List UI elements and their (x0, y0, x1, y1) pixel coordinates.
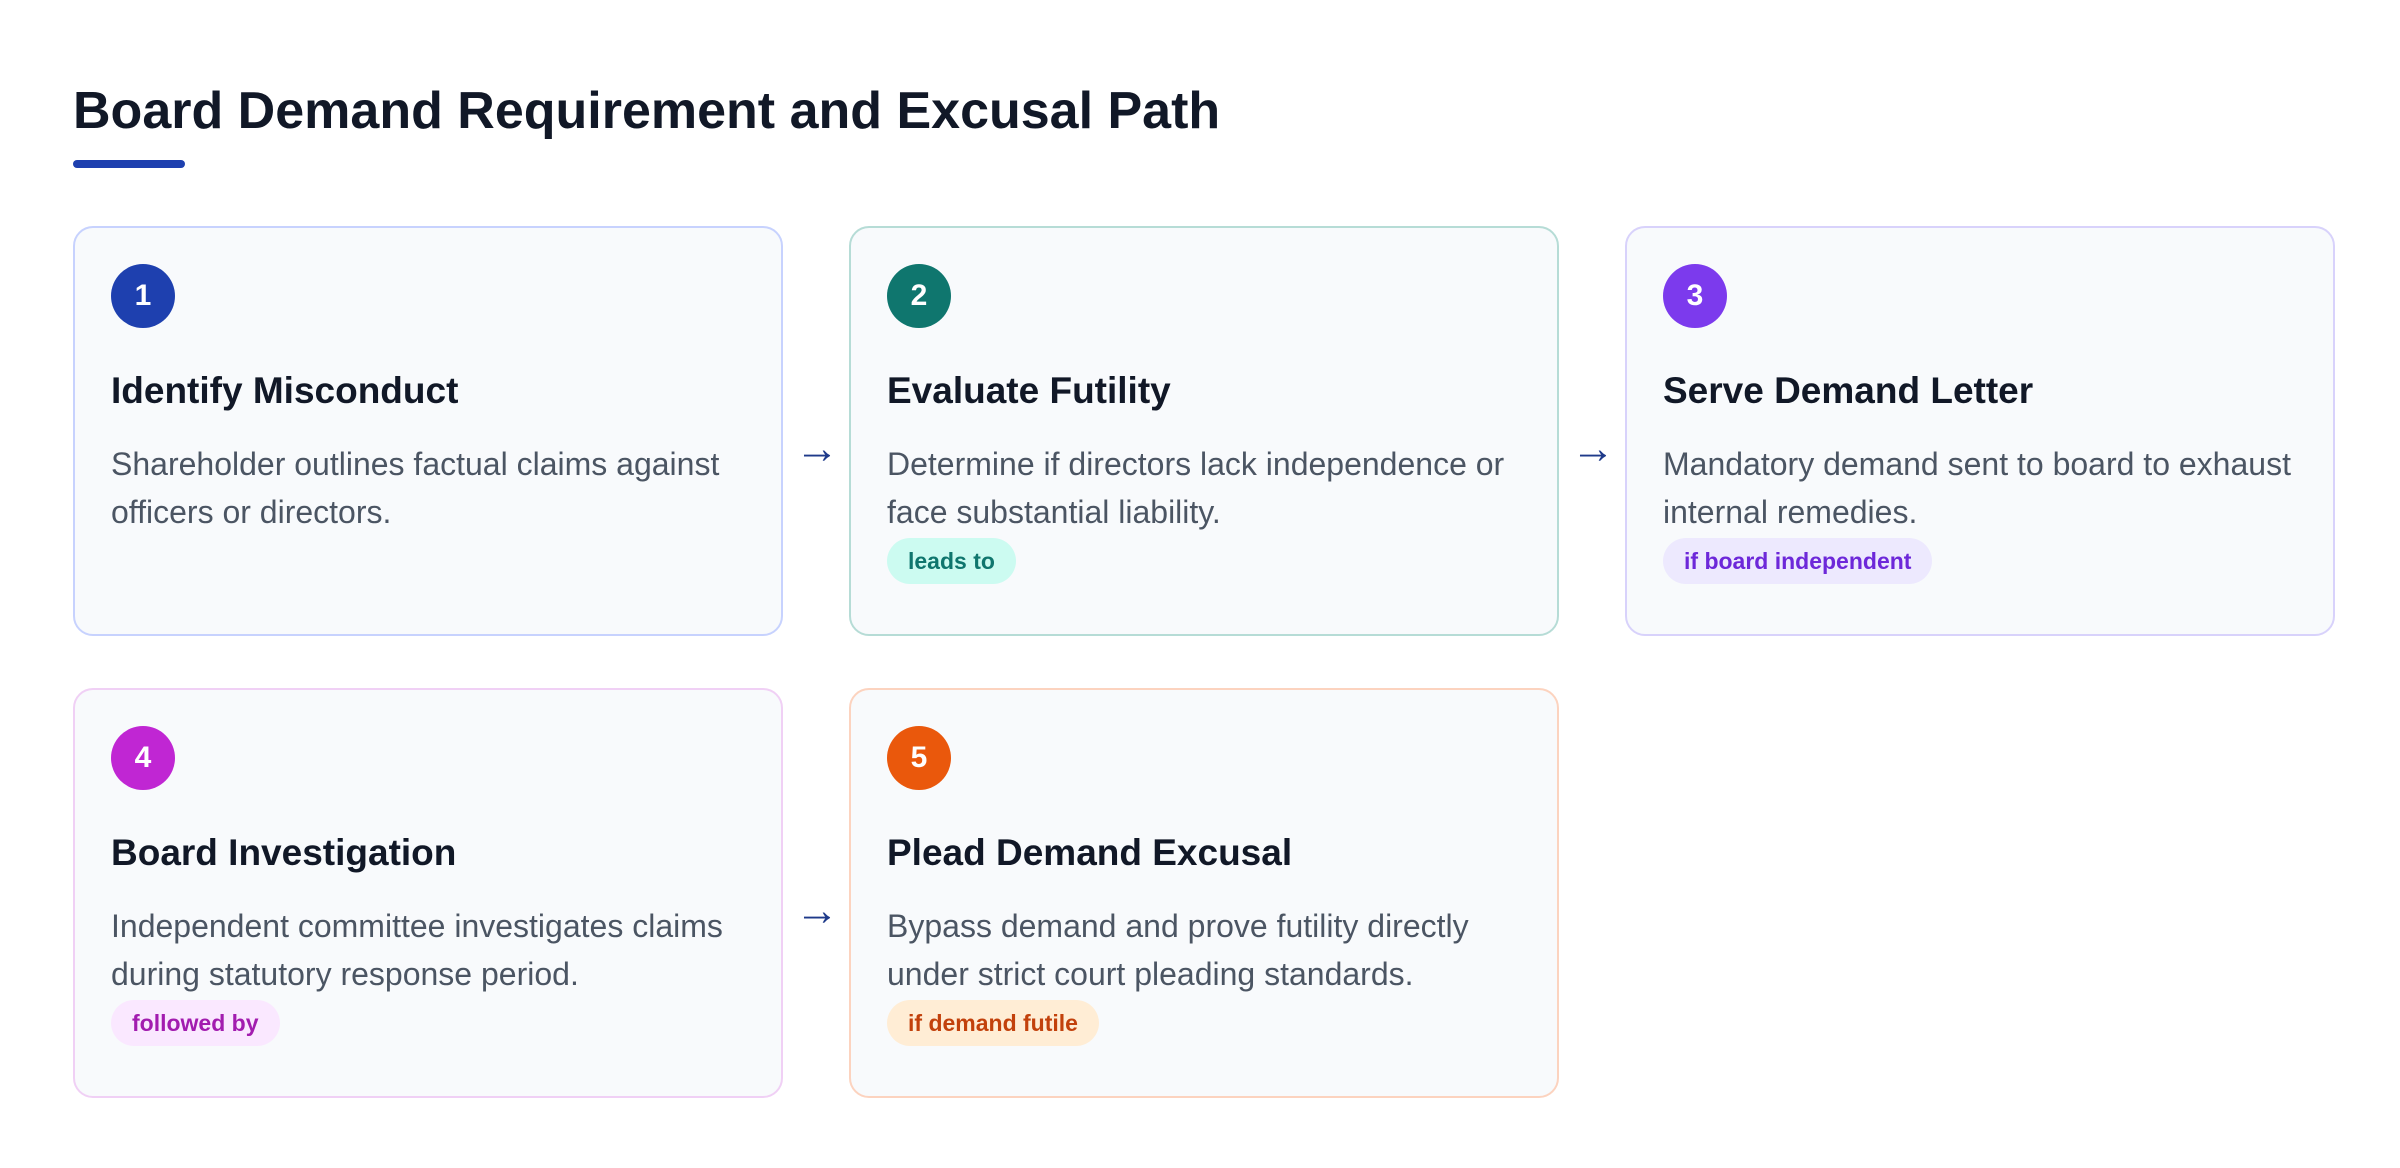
title-underline (73, 160, 185, 168)
step-title: Identify Misconduct (111, 370, 459, 411)
step-description: Independent committee investigates claim… (111, 908, 723, 992)
step-description: Bypass demand and prove futility directl… (887, 908, 1469, 992)
step-title: Evaluate Futility (887, 370, 1171, 411)
step-card-2: 2 Evaluate Futility Determine if directo… (849, 226, 1559, 636)
step-card-5: 5 Plead Demand Excusal Bypass demand and… (849, 688, 1559, 1098)
connector-label: leads to (887, 538, 1016, 584)
flow-arrow-icon: → (795, 886, 839, 935)
step-title: Serve Demand Letter (1663, 370, 2034, 411)
connector-label: if board independent (1663, 538, 1933, 584)
flow-arrow-icon: → (1571, 424, 1615, 473)
connector-label: followed by (111, 1000, 280, 1046)
step-description: Shareholder outlines factual claims agai… (111, 446, 720, 530)
step-title: Plead Demand Excusal (887, 832, 1293, 873)
step-description: Determine if directors lack independence… (887, 446, 1505, 530)
step-card-3: 3 Serve Demand Letter Mandatory demand s… (1625, 226, 2335, 636)
step-number-badge: 2 (887, 264, 951, 328)
page-title: Board Demand Requirement and Excusal Pat… (73, 82, 1221, 140)
step-description: Mandatory demand sent to board to exhaus… (1663, 446, 2291, 530)
step-number-badge: 1 (111, 264, 175, 328)
flow-arrow-icon: → (795, 424, 839, 473)
step-number-badge: 4 (111, 726, 175, 790)
step-title: Board Investigation (111, 832, 457, 873)
step-card-4: 4 Board Investigation Independent commit… (73, 688, 783, 1098)
connector-label: if demand futile (887, 1000, 1099, 1046)
step-number-badge: 3 (1663, 264, 1727, 328)
step-number-badge: 5 (887, 726, 951, 790)
step-card-1: 1 Identify Misconduct Shareholder outlin… (73, 226, 783, 636)
